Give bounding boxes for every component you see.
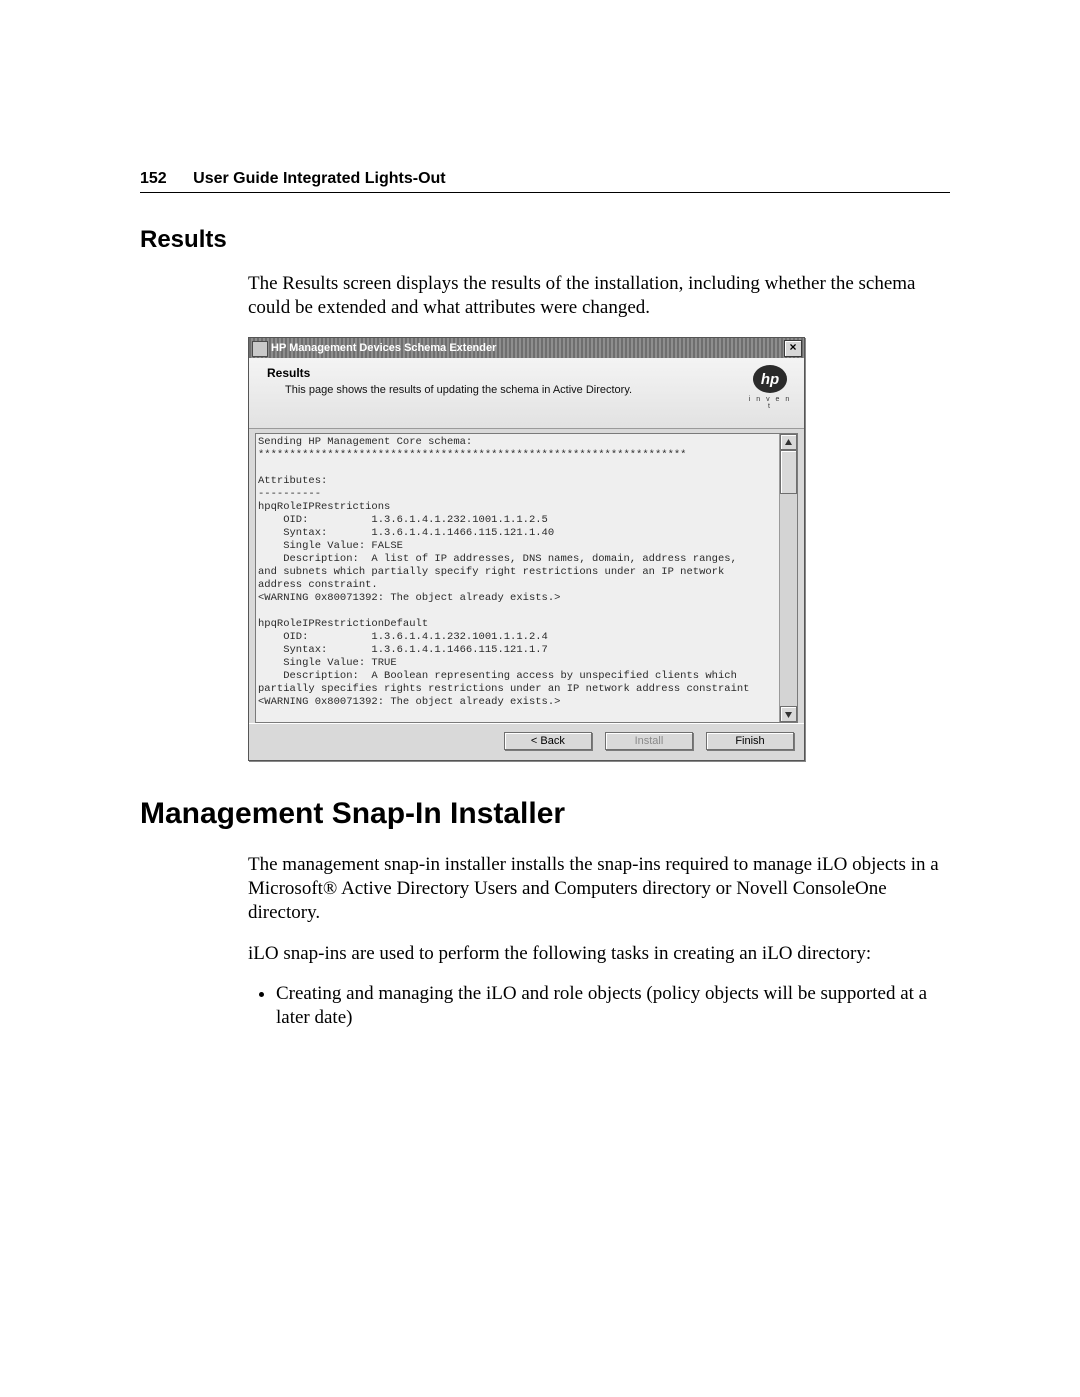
document-page: 152 User Guide Integrated Lights-Out Res… [0, 0, 1080, 1397]
snapin-bullet-list: Creating and managing the iLO and role o… [248, 982, 950, 1031]
finish-button[interactable]: Finish [706, 732, 794, 750]
install-button: Install [605, 732, 693, 750]
running-head: 152 User Guide Integrated Lights-Out [140, 170, 950, 193]
running-head-title: User Guide Integrated Lights-Out [193, 170, 445, 187]
scroll-thumb[interactable] [780, 450, 797, 494]
dialog-client-area: Sending HP Management Core schema: *****… [249, 429, 804, 723]
scrollbar-vertical[interactable] [779, 434, 797, 722]
svg-text:hp: hp [761, 371, 779, 388]
results-log-box: Sending HP Management Core schema: *****… [255, 433, 798, 723]
snapin-bullet-1: Creating and managing the iLO and role o… [276, 982, 950, 1031]
back-button[interactable]: < Back [504, 732, 592, 750]
app-icon [252, 341, 268, 357]
close-button[interactable]: × [784, 340, 802, 357]
dialog-header: Results This page shows the results of u… [249, 358, 804, 429]
dialog-window: HP Management Devices Schema Extender × … [248, 337, 805, 761]
page-content: Results The Results screen displays the … [140, 226, 950, 1047]
dialog-screenshot: HP Management Devices Schema Extender × … [248, 337, 803, 761]
results-log-text: Sending HP Management Core schema: *****… [256, 434, 779, 722]
dialog-button-row: < Back Install Finish [249, 723, 804, 760]
dialog-header-title: Results [267, 366, 792, 380]
snapin-paragraph-1: The management snap-in installer install… [248, 853, 950, 926]
results-heading: Results [140, 226, 950, 254]
hp-logo-tagline: i n v e n t [748, 396, 792, 410]
scroll-down-button[interactable] [780, 706, 797, 722]
page-number: 152 [140, 170, 167, 187]
hp-logo: hp i n v e n t [748, 364, 792, 410]
snapin-heading: Management Snap-In Installer [140, 797, 950, 831]
dialog-title: HP Management Devices Schema Extender [271, 342, 496, 354]
snapin-paragraph-2: iLO snap-ins are used to perform the fol… [248, 942, 950, 966]
results-paragraph: The Results screen displays the results … [248, 272, 950, 321]
scroll-up-button[interactable] [780, 434, 797, 450]
dialog-header-subtitle: This page shows the results of updating … [285, 384, 792, 396]
dialog-titlebar[interactable]: HP Management Devices Schema Extender × [249, 338, 804, 358]
